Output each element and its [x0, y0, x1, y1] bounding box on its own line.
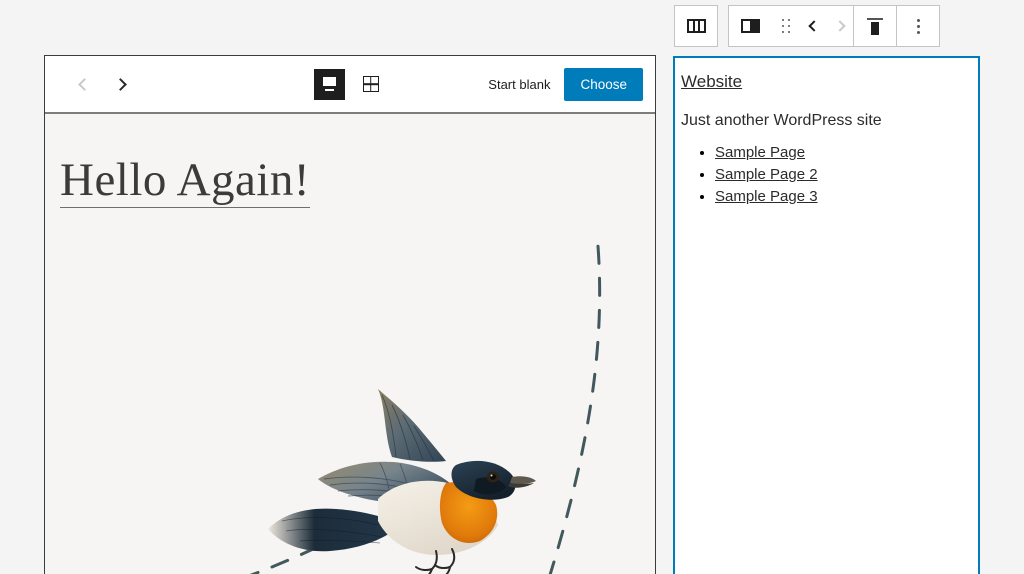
flying-bird-illustration: [260, 379, 540, 574]
more-options-button[interactable]: [897, 6, 939, 46]
pattern-nav: [57, 73, 131, 95]
grid-view-button[interactable]: [355, 69, 386, 100]
screen-root: Start blank Choose Hello Again! Website …: [0, 0, 1024, 574]
site-title-link[interactable]: Website: [681, 72, 742, 92]
align-top-icon: [867, 17, 883, 35]
toolbar-group-block: [728, 5, 940, 47]
start-blank-button[interactable]: Start blank: [488, 77, 550, 92]
modal-header: Start blank Choose: [45, 56, 655, 114]
vertical-align-button[interactable]: [854, 6, 896, 46]
sidebar-toggle-button[interactable]: [675, 6, 717, 46]
next-pattern-button[interactable]: [109, 73, 131, 95]
move-right-button[interactable]: [827, 6, 853, 46]
page-link-sample-page[interactable]: Sample Page: [715, 144, 805, 161]
drag-handle-icon: [782, 19, 790, 33]
columns-icon: [686, 19, 706, 33]
move-left-button[interactable]: [801, 6, 827, 46]
chevron-left-icon: [77, 77, 91, 91]
chevron-right-icon: [113, 77, 127, 91]
page-link-sample-page-3[interactable]: Sample Page 3: [715, 188, 818, 205]
list-item: Sample Page 2: [715, 166, 972, 184]
block-toolbar: [674, 5, 940, 47]
site-pages-list: Sample Page Sample Page 2 Sample Page 3: [681, 144, 972, 206]
choose-button[interactable]: Choose: [564, 67, 643, 101]
previous-pattern-button[interactable]: [73, 73, 95, 95]
site-tagline: Just another WordPress site: [681, 112, 882, 129]
list-item: Sample Page 3: [715, 188, 972, 206]
page-link-sample-page-2[interactable]: Sample Page 2: [715, 166, 818, 183]
chevron-left-icon: [808, 20, 820, 32]
drag-handle-button[interactable]: [771, 6, 801, 46]
grid-view-icon: [362, 76, 379, 92]
block-icon: [740, 19, 760, 33]
chevron-right-icon: [834, 20, 846, 32]
single-view-button[interactable]: [314, 68, 345, 100]
list-item: Sample Page: [715, 144, 972, 162]
modal-actions: Start blank Choose: [488, 67, 643, 101]
block-type-button[interactable]: [729, 6, 771, 46]
pattern-selection-modal: Start blank Choose Hello Again!: [44, 55, 656, 574]
pattern-preview[interactable]: Hello Again!: [45, 114, 655, 574]
vertical-ellipsis-icon: [916, 18, 920, 34]
single-view-icon: [322, 76, 337, 93]
site-preview-panel[interactable]: Website Just another WordPress site Samp…: [673, 56, 980, 574]
toolbar-group-sidebar: [674, 5, 718, 47]
